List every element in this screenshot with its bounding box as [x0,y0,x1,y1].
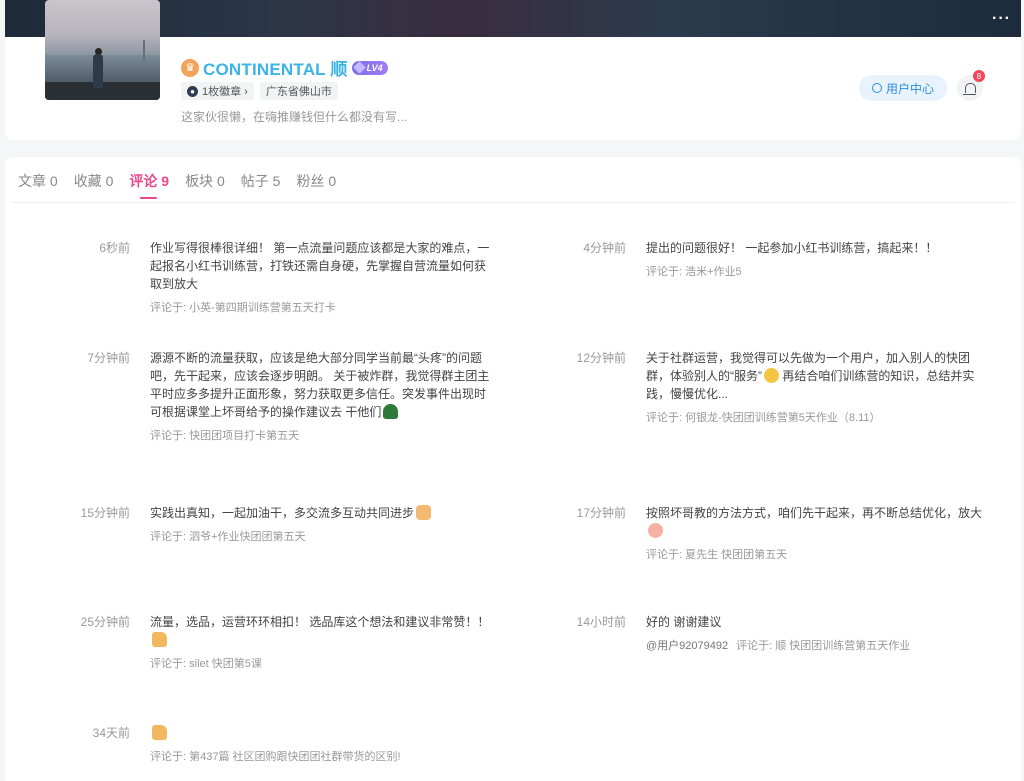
comment-text[interactable]: 提出的问题很好！ 一起参加小红书训练营，搞起来！！ [646,239,986,257]
comment-target[interactable]: 评论于: 浩米+作业5 [646,263,986,281]
tag-row: ● 1枚徽章 › 广东省佛山市 [181,82,344,100]
user-center-button[interactable]: 用户中心 [858,75,947,101]
more-icon[interactable]: ··· [992,10,1011,28]
tab-divider [11,202,1015,203]
comment-target[interactable]: 评论于: 第437篇 社区团购跟快团团社群带货的区别! [150,748,490,766]
comment-target[interactable]: 评论于: 小英-第四期训练营第五天打卡 [150,299,490,317]
location-tag: 广东省佛山市 [259,82,338,100]
comment-target[interactable]: 评论于: 快团团项目打卡第五天 [150,427,490,445]
army-hat-emoji-icon [383,404,399,419]
comment-target[interactable]: 评论于: 夏先生 快团团第五天 [646,546,986,564]
notification-count: 8 [973,70,985,82]
comment-time: 17分钟前 [576,506,626,520]
thumbs-up-emoji-icon [152,725,167,740]
tab-fans[interactable]: 粉丝 0 [296,171,336,191]
crown-icon: ♛ [181,58,199,77]
mention[interactable]: @用户92079492 [646,640,728,652]
comment-text[interactable]: 作业写得很棒很详细！ 第一点流量问题应该都是大家的难点，一起报名小红书训练营，打… [150,239,490,293]
comment-text[interactable]: 流量，选品，运营环环相扣！ 选品库这个想法和建议非常赞！！ [150,613,490,649]
thumbs-up-emoji-icon [152,632,167,647]
comment-time: 12分钟前 [576,351,626,365]
comment-text[interactable] [150,724,490,742]
handshake-emoji-icon [416,505,432,520]
notification-button[interactable]: 8 [957,70,985,101]
grin-emoji-icon [764,368,779,383]
badge-tag[interactable]: ● 1枚徽章 › [181,82,254,100]
comment-time: 15分钟前 [80,506,130,520]
content-card: 文章 0 收藏 0 评论 9 板块 0 帖子 5 粉丝 0 6秒前 作业写得很棒很… [5,157,1021,781]
tab-posts[interactable]: 帖子 5 [241,171,281,191]
comment-target[interactable]: 评论于: 泗爷+作业快团团第五天 [150,528,490,546]
profile-card: ♛ CONTINENTAL 顺 LV4 ● 1枚徽章 › 广东省佛山市 这家伙很懒… [5,0,1021,140]
avatar[interactable] [45,0,160,100]
comment-time: 4分钟前 [583,241,626,255]
bell-icon [962,83,976,95]
comment-time: 7分钟前 [87,351,130,365]
username: CONTINENTAL 顺 [203,60,348,79]
comment-text[interactable]: 源源不断的流量获取，应该是绝大部分同学当前最“头疼”的问题吧，先干起来，应该会逐… [150,349,490,421]
tab-boards[interactable]: 板块 0 [185,171,225,191]
gem-icon [352,61,366,74]
user-center-icon [871,83,882,93]
comment-target[interactable]: 评论于: silet 快团第5课 [150,655,490,673]
tab-comments[interactable]: 评论 9 [129,171,169,199]
tab-articles[interactable]: 文章 0 [18,171,58,191]
fist-emoji-icon [648,523,663,538]
level-badge: LV4 [351,60,388,75]
comment-text[interactable]: 按照坏哥教的方法方式，咱们先干起来，再不断总结优化，放大 [646,504,986,540]
profile-tabs: 文章 0 收藏 0 评论 9 板块 0 帖子 5 粉丝 0 [18,171,352,199]
bio-text: 这家伙很懒，在嗨推赚钱但什么都没有写... [181,110,408,124]
comment-time: 14小时前 [576,615,626,629]
comment-target[interactable]: @用户92079492 评论于: 顺 快团团训练营第五天作业 [646,637,986,655]
comment-time: 6秒前 [99,241,130,255]
comment-text[interactable]: 实践出真知，一起加油干，多交流多互动共同进步 [150,504,490,522]
comment-time: 25分钟前 [80,615,130,629]
comment-target[interactable]: 评论于: 何银龙-快团团训练营第5天作业（8.11） [646,409,986,427]
comment-time: 34天前 [92,726,130,740]
name-row: ♛ CONTINENTAL 顺 LV4 [181,55,388,80]
comment-text[interactable]: 关于社群运营，我觉得可以先做为一个用户，加入别人的快团群，体验别人的“服务” 再… [646,349,986,403]
comment-text[interactable]: 好的 谢谢建议 [646,613,986,631]
badge-icon: ● [187,85,198,97]
tab-favorites[interactable]: 收藏 0 [74,171,114,191]
